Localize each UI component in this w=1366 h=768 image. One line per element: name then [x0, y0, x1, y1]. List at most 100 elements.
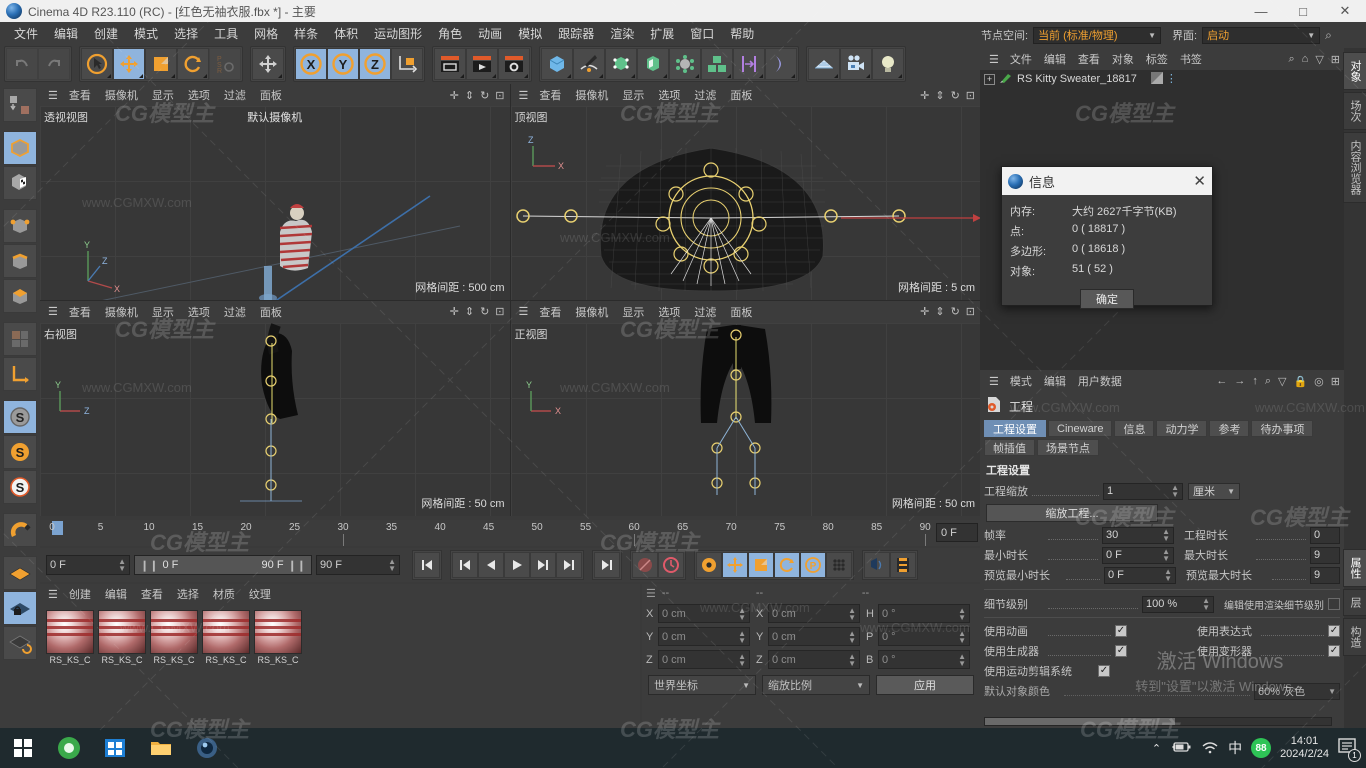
- add-spline-button[interactable]: [573, 48, 605, 80]
- step-forward-button[interactable]: [530, 552, 556, 578]
- play-button[interactable]: [504, 552, 530, 578]
- spinner-icon[interactable]: ▲ ▼: [388, 558, 396, 573]
- coord-system-select[interactable]: 世界坐标 ▼: [648, 675, 756, 695]
- mat-menu-edit[interactable]: 编辑: [98, 586, 134, 602]
- orbit-icon[interactable]: ↻: [951, 89, 960, 102]
- minimize-button[interactable]: —: [1240, 0, 1282, 22]
- spinner-icon[interactable]: ▲ ▼: [738, 606, 746, 621]
- vp-menu-options[interactable]: 选项: [181, 303, 217, 321]
- menu-item-extensions[interactable]: 扩展: [642, 23, 682, 44]
- vp-menu-camera[interactable]: 摄像机: [98, 303, 145, 321]
- add-cube-button[interactable]: [541, 48, 573, 80]
- vtab-content-browser[interactable]: 内容浏览器: [1343, 132, 1366, 203]
- tab-info[interactable]: 信息: [1114, 420, 1155, 437]
- psr-tool-button[interactable]: PSR: [209, 48, 241, 80]
- enable-snap-button[interactable]: S: [3, 435, 37, 469]
- pan-icon[interactable]: ✛: [920, 89, 929, 102]
- point-mode-button[interactable]: [3, 209, 37, 243]
- zoom-icon[interactable]: ⇕: [935, 305, 944, 318]
- zoom-icon[interactable]: ⇕: [465, 305, 474, 318]
- add-icon[interactable]: ⊞: [1331, 375, 1340, 388]
- spinner-icon[interactable]: ▲ ▼: [118, 558, 126, 573]
- spinner-icon[interactable]: ▲ ▼: [958, 652, 966, 667]
- vp-menu-panel[interactable]: 面板: [723, 86, 759, 104]
- orbit-icon[interactable]: ↻: [480, 305, 489, 318]
- mat-menu-view[interactable]: 查看: [134, 586, 170, 602]
- maximize-viewport-icon[interactable]: ⊡: [495, 89, 504, 102]
- tab-project-settings[interactable]: 工程设置: [984, 420, 1046, 437]
- layout-select[interactable]: 启动 ▼: [1202, 26, 1321, 44]
- keyframe-settings-button[interactable]: [696, 552, 722, 578]
- vp-menu-view[interactable]: 查看: [62, 86, 98, 104]
- material-item[interactable]: RS_KS_C: [46, 610, 94, 665]
- hamburger-icon[interactable]: ☰: [44, 305, 62, 318]
- maximize-viewport-icon[interactable]: ⊡: [966, 89, 975, 102]
- lock-workplane-button[interactable]: [3, 591, 37, 625]
- move-tool-button[interactable]: [113, 48, 145, 80]
- tab-scene-nodes[interactable]: 场景节点: [1037, 439, 1099, 456]
- apply-button[interactable]: 应用: [876, 675, 974, 695]
- vp-menu-filter[interactable]: 过滤: [217, 86, 253, 104]
- make-editable-button[interactable]: [3, 88, 37, 122]
- input-min-time[interactable]: 0 F ▲ ▼: [1102, 546, 1174, 564]
- viewport-right[interactable]: ☰ 查看 摄像机 显示 选项 过滤 面板 ✛ ⇕ ↻ ⊡ 右视图 网格间距 : …: [40, 300, 510, 516]
- spinner-icon[interactable]: ▲ ▼: [848, 606, 856, 621]
- hamburger-icon[interactable]: ☰: [984, 53, 1004, 66]
- record-active-objects-button[interactable]: [632, 552, 658, 578]
- menu-item-spline[interactable]: 样条: [286, 23, 326, 44]
- tab-cineware[interactable]: Cineware: [1048, 420, 1113, 437]
- snap-settings-button[interactable]: S: [3, 470, 37, 504]
- checkbox-use-animation[interactable]: ✓: [1115, 625, 1127, 637]
- axis-mode-button[interactable]: [3, 357, 37, 391]
- input-preview-min[interactable]: 0 F ▲ ▼: [1104, 566, 1176, 584]
- add-field-button[interactable]: [765, 48, 797, 80]
- menu-item-file[interactable]: 文件: [6, 23, 46, 44]
- film-button[interactable]: [890, 552, 916, 578]
- key-rotation-button[interactable]: [774, 552, 800, 578]
- coord-input-b[interactable]: 0 ° ▲ ▼: [878, 650, 970, 669]
- spinner-icon[interactable]: ▲ ▼: [1162, 548, 1170, 563]
- viewport-canvas-perspective[interactable]: 透视视图 默认摄像机 网格间距 : 500 cm Y Z X: [40, 106, 510, 300]
- vtab-objects[interactable]: 对象: [1343, 52, 1366, 90]
- input-lod[interactable]: 100 % ▲ ▼: [1142, 595, 1214, 613]
- material-preview[interactable]: [150, 610, 198, 654]
- hamburger-icon[interactable]: ☰: [44, 89, 62, 102]
- timeline-ticks[interactable]: 0 5 10 15 20 25 30 35 40 45 50 55 60 65 …: [49, 520, 934, 546]
- vtab-attributes[interactable]: 属性: [1343, 549, 1366, 587]
- spinner-icon[interactable]: ▲ ▼: [1202, 597, 1210, 612]
- vp-menu-filter[interactable]: 过滤: [217, 303, 253, 321]
- viewport-canvas-right[interactable]: 右视图 网格间距 : 50 cm Y Z: [40, 322, 510, 516]
- vp-menu-panel[interactable]: 面板: [253, 86, 289, 104]
- range-handle-right-icon[interactable]: ❙❙: [288, 559, 306, 572]
- world-object-axis-button[interactable]: [391, 48, 423, 80]
- scale-project-button[interactable]: 缩放工程...: [986, 504, 1158, 522]
- start-button[interactable]: [0, 728, 46, 768]
- am-menu-userdata[interactable]: 用户数据: [1072, 373, 1128, 389]
- hamburger-icon[interactable]: ☰: [646, 587, 662, 600]
- show-hidden-icons-icon[interactable]: ⌃: [1152, 742, 1161, 755]
- om-menu-view[interactable]: 查看: [1072, 51, 1106, 67]
- coord-input-sx[interactable]: 0 cm ▲ ▼: [768, 604, 860, 623]
- vp-menu-options[interactable]: 选项: [651, 86, 687, 104]
- lock-icon[interactable]: 🔒: [1293, 375, 1307, 388]
- add-icon[interactable]: ⊞: [1331, 53, 1340, 66]
- object-row[interactable]: + RS Kitty Sweater_18817 ⋮: [980, 70, 1344, 88]
- magnet-tool-button[interactable]: [3, 513, 37, 547]
- spinner-icon[interactable]: ▲ ▼: [848, 629, 856, 644]
- menu-item-select[interactable]: 选择: [166, 23, 206, 44]
- maximize-viewport-icon[interactable]: ⊡: [966, 305, 975, 318]
- checkbox-use-deformer[interactable]: ✓: [1328, 645, 1340, 657]
- checkbox-render-lod[interactable]: ✓: [1328, 598, 1340, 610]
- vp-menu-filter[interactable]: 过滤: [687, 86, 723, 104]
- search-icon[interactable]: ⌕: [1288, 53, 1294, 66]
- vp-menu-camera[interactable]: 摄像机: [568, 86, 615, 104]
- close-button[interactable]: ✕: [1324, 0, 1366, 22]
- vp-menu-camera[interactable]: 摄像机: [98, 86, 145, 104]
- goto-previous-key-button[interactable]: [452, 552, 478, 578]
- info-ok-button[interactable]: 确定: [1080, 289, 1134, 309]
- dots-icon[interactable]: ⋮: [1166, 74, 1177, 85]
- add-modeling-object-button[interactable]: [637, 48, 669, 80]
- uv-mode-button[interactable]: [3, 322, 37, 356]
- vtab-structure[interactable]: 构造: [1343, 618, 1366, 656]
- battery-icon[interactable]: [1170, 740, 1192, 757]
